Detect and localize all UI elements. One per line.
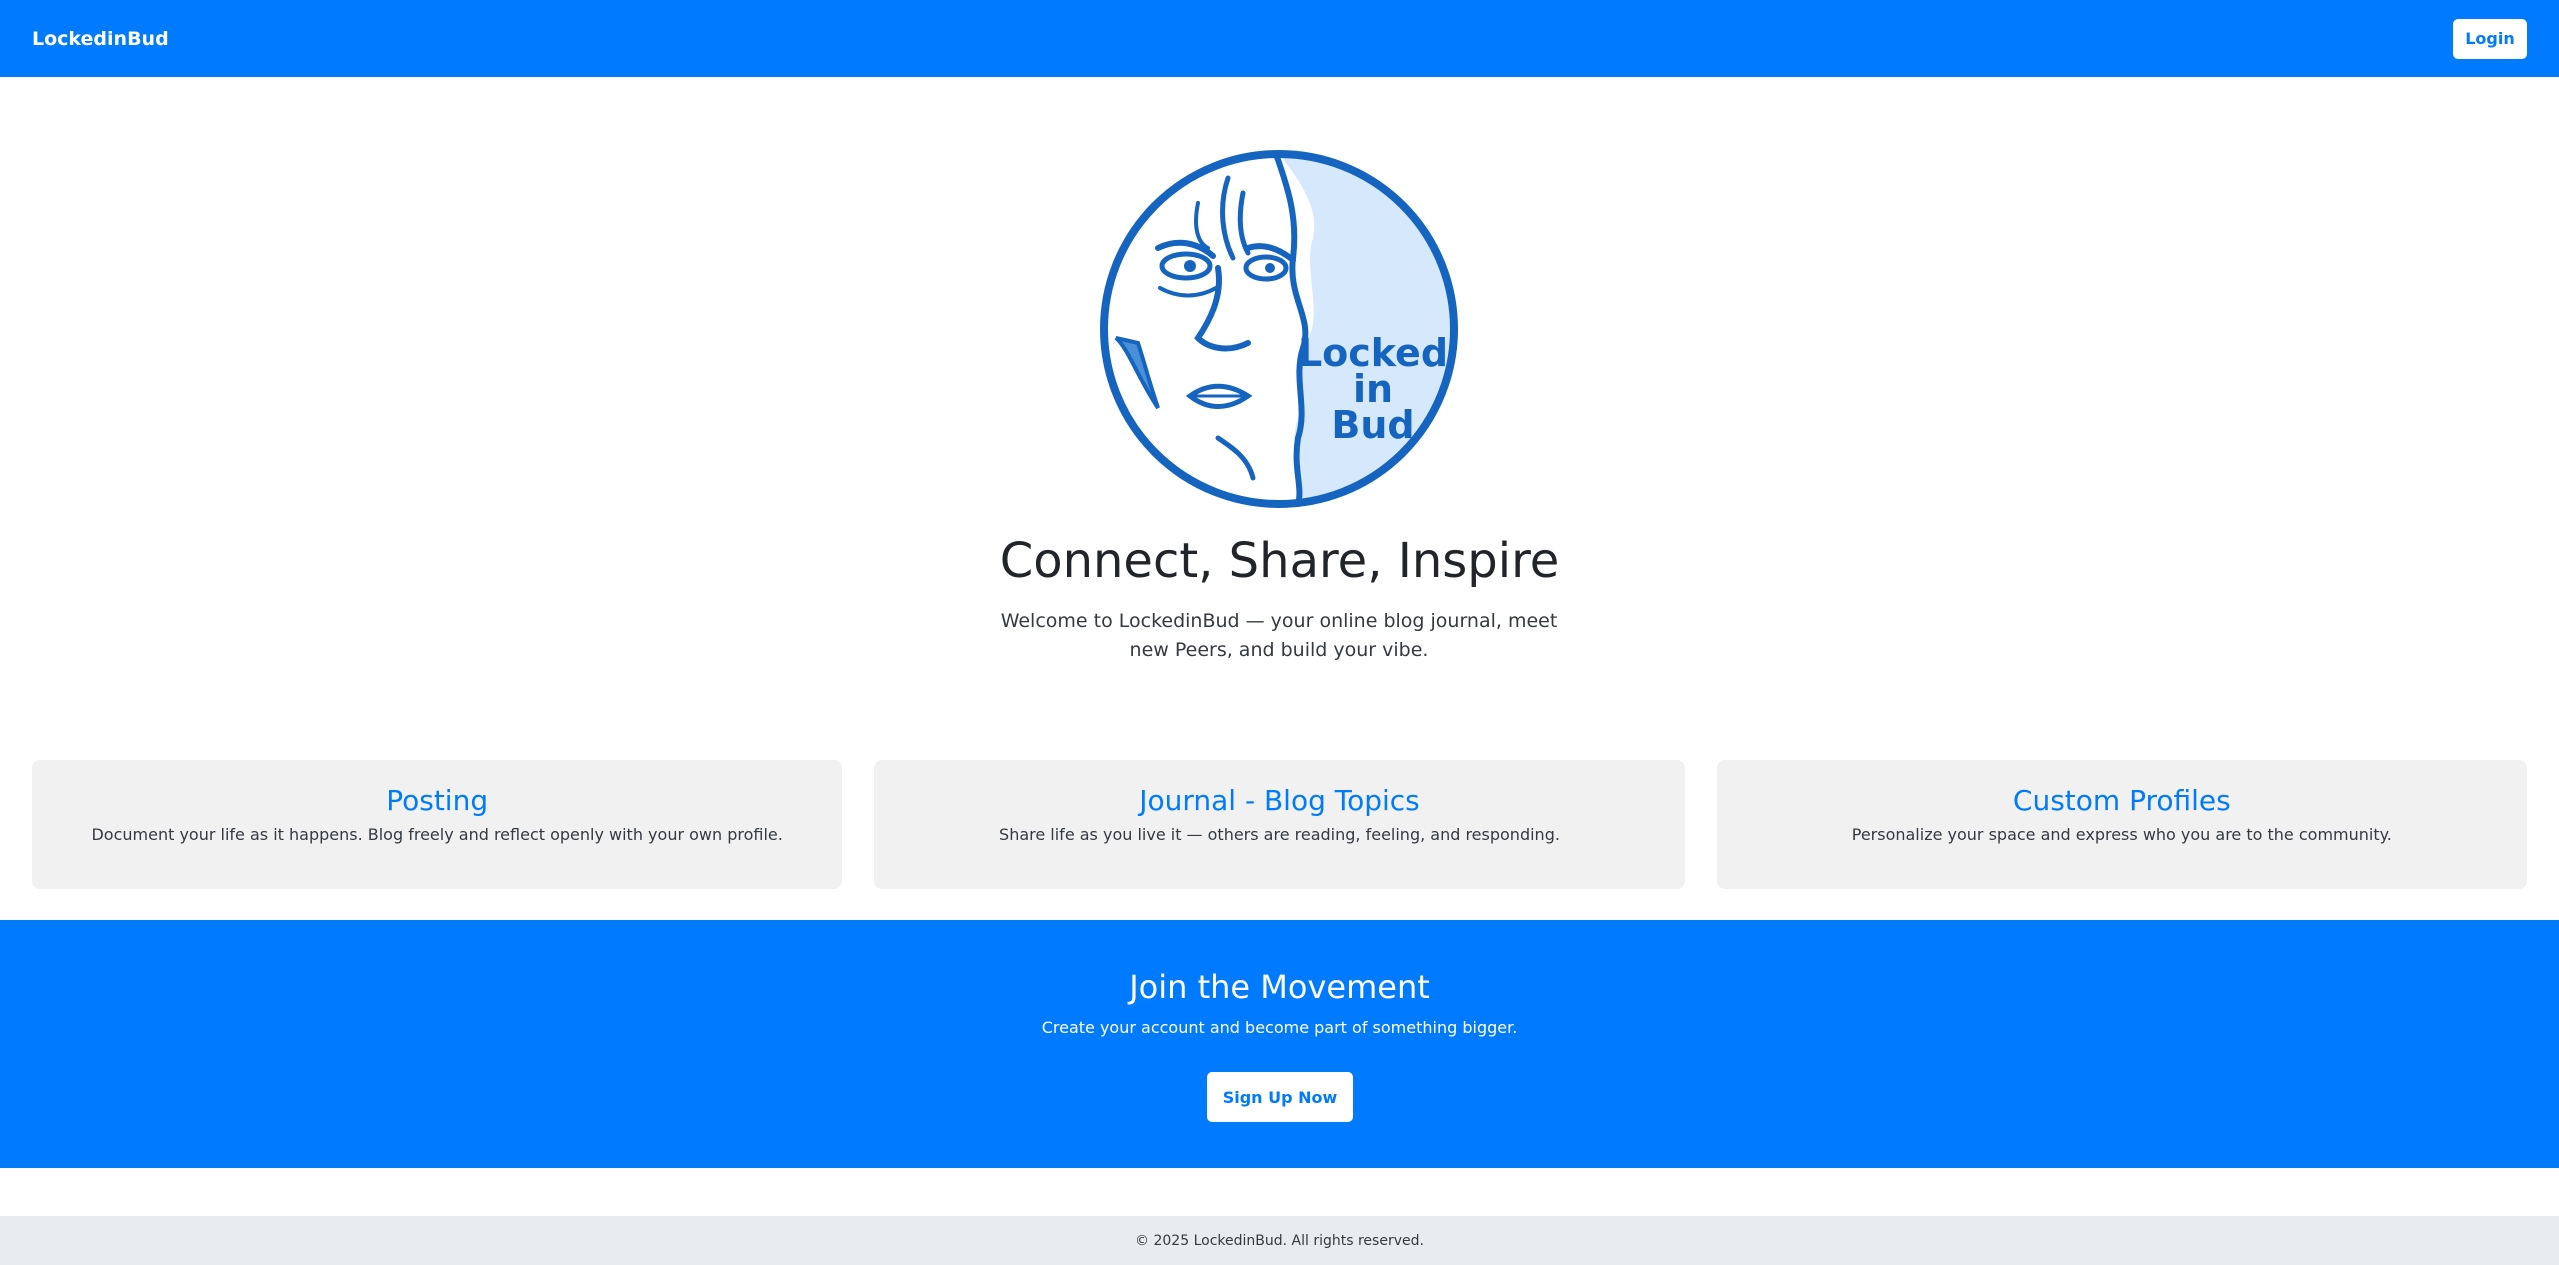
feature-title: Posting (386, 784, 489, 817)
features-section: Posting Document your life as it happens… (32, 760, 2527, 889)
logo-text-line3: Bud (1331, 403, 1414, 447)
hero-title: Connect, Share, Inspire (999, 533, 1560, 589)
cta-title: Join the Movement (1129, 968, 1430, 1006)
feature-card-custom-profiles: Custom Profiles Personalize your space a… (1716, 760, 2527, 889)
brand-logo-text[interactable]: LockedinBud (32, 28, 169, 50)
feature-title: Custom Profiles (2012, 784, 2231, 817)
join-cta-section: Join the Movement Create your account an… (0, 920, 2559, 1168)
feature-description: Share life as you live it — others are r… (999, 825, 1560, 844)
login-button[interactable]: Login (2453, 18, 2527, 59)
top-navbar: LockedinBud Login (0, 0, 2559, 77)
hero-subtitle: Welcome to LockedinBud — your online blo… (1000, 610, 1558, 661)
locked-in-bud-logo-icon: Locked in Bud (1100, 150, 1458, 508)
feature-description: Personalize your space and express who y… (1851, 825, 2392, 844)
hero-logo: Locked in Bud (1098, 148, 1460, 510)
footer-copyright: © 2025 LockedinBud. All rights reserved. (1135, 1232, 1424, 1249)
feature-description: Document your life as it happens. Blog f… (91, 825, 783, 844)
feature-title: Journal - Blog Topics (1139, 784, 1420, 817)
cta-subtitle: Create your account and become part of s… (1041, 1018, 1518, 1037)
feature-card-journal: Journal - Blog Topics Share life as you … (874, 760, 1685, 889)
feature-card-posting: Posting Document your life as it happens… (32, 760, 843, 889)
page-footer: © 2025 LockedinBud. All rights reserved. (0, 1216, 2559, 1265)
sign-up-button[interactable]: Sign Up Now (1207, 1072, 1353, 1122)
